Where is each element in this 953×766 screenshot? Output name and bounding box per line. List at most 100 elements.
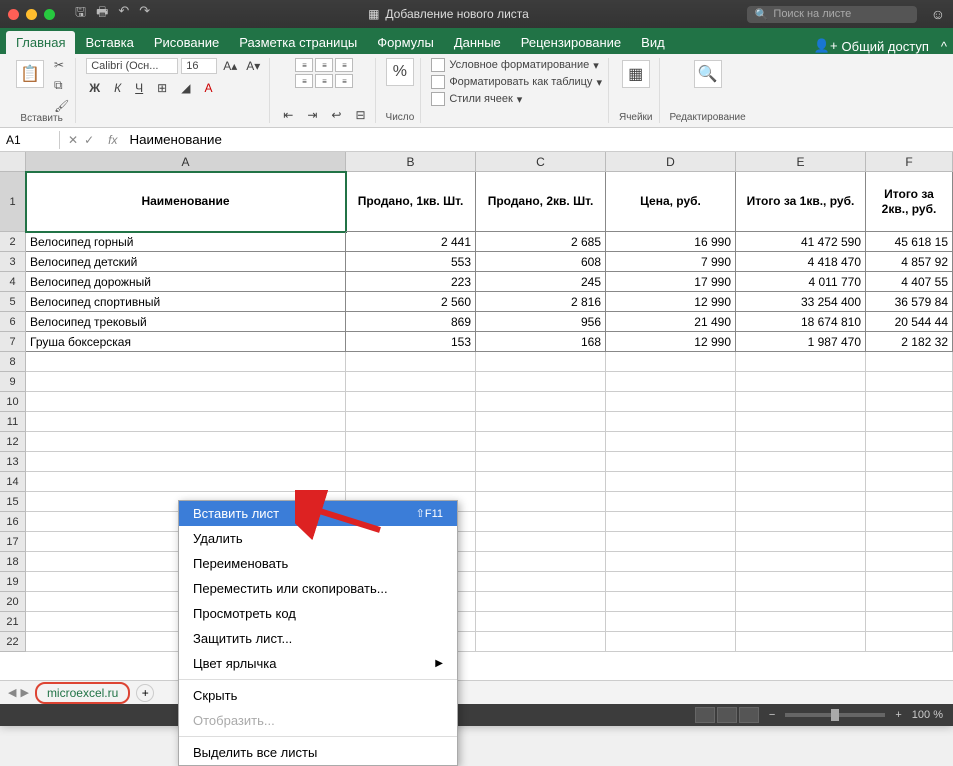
fx-icon[interactable]: fx (102, 133, 123, 147)
increase-font-icon[interactable]: A▴ (220, 58, 240, 74)
cell[interactable]: 20 544 44 (866, 312, 953, 332)
add-sheet-button[interactable]: + (136, 684, 154, 702)
zoom-in-button[interactable]: + (895, 709, 901, 721)
cell[interactable] (606, 592, 736, 612)
cell-c1[interactable]: Продано, 2кв. Шт. (476, 172, 606, 232)
cell[interactable] (606, 512, 736, 532)
cell[interactable]: 245 (476, 272, 606, 292)
view-break-button[interactable] (739, 707, 759, 723)
maximize-window-button[interactable] (44, 9, 55, 20)
cell[interactable] (736, 492, 866, 512)
row-header[interactable]: 6 (0, 312, 26, 332)
underline-button[interactable]: Ч (132, 80, 146, 96)
cell[interactable] (736, 472, 866, 492)
search-box[interactable]: 🔍 Поиск на листе (747, 6, 917, 23)
cell[interactable]: 869 (346, 312, 476, 332)
cell[interactable] (606, 392, 736, 412)
cell[interactable] (606, 572, 736, 592)
cell[interactable] (346, 432, 476, 452)
cell[interactable] (866, 612, 953, 632)
cell[interactable] (346, 452, 476, 472)
row-header[interactable]: 13 (0, 452, 26, 472)
save-icon[interactable]: 🖫 (75, 3, 86, 25)
cell[interactable]: Велосипед горный (26, 232, 346, 252)
cell[interactable] (346, 412, 476, 432)
select-all-corner[interactable] (0, 152, 26, 171)
cell[interactable] (606, 432, 736, 452)
col-header-d[interactable]: D (606, 152, 736, 171)
cell[interactable] (476, 352, 606, 372)
share-button[interactable]: 👤+ Общий доступ (814, 38, 935, 54)
cell[interactable]: Велосипед трековый (26, 312, 346, 332)
cell[interactable] (476, 472, 606, 492)
cell-b1[interactable]: Продано, 1кв. Шт. (346, 172, 476, 232)
cell-e1[interactable]: Итого за 1кв., руб. (736, 172, 866, 232)
col-header-a[interactable]: A (26, 152, 346, 171)
minimize-window-button[interactable] (26, 9, 37, 20)
cell[interactable] (606, 452, 736, 472)
menu-protect[interactable]: Защитить лист... (179, 626, 457, 651)
row-header[interactable]: 4 (0, 272, 26, 292)
cell[interactable] (606, 352, 736, 372)
cell[interactable] (736, 372, 866, 392)
cell[interactable] (866, 512, 953, 532)
italic-button[interactable]: К (111, 80, 124, 96)
cell[interactable]: 2 441 (346, 232, 476, 252)
cell[interactable]: 223 (346, 272, 476, 292)
view-page-button[interactable] (717, 707, 737, 723)
cell[interactable]: 41 472 590 (736, 232, 866, 252)
cell[interactable] (866, 432, 953, 452)
menu-insert-sheet[interactable]: Вставить лист ⇧F11 (179, 501, 457, 526)
cell[interactable]: 4 407 55 (866, 272, 953, 292)
cell[interactable]: Груша боксерская (26, 332, 346, 352)
cell[interactable]: 16 990 (606, 232, 736, 252)
cell[interactable] (606, 472, 736, 492)
cell[interactable] (866, 492, 953, 512)
wrap-text-button[interactable]: ↩ (328, 107, 344, 123)
cell[interactable] (606, 632, 736, 652)
cell[interactable]: 956 (476, 312, 606, 332)
cell[interactable] (476, 512, 606, 532)
tab-review[interactable]: Рецензирование (511, 31, 631, 54)
zoom-out-button[interactable]: − (769, 709, 775, 721)
menu-select-all-sheets[interactable]: Выделить все листы (179, 740, 457, 765)
cell[interactable] (866, 352, 953, 372)
cell-f1[interactable]: Итого за 2кв., руб. (866, 172, 953, 232)
cancel-formula-icon[interactable]: ✕ (68, 133, 78, 147)
cell[interactable] (476, 572, 606, 592)
view-normal-button[interactable] (695, 707, 715, 723)
menu-hide[interactable]: Скрыть (179, 683, 457, 708)
cell[interactable] (606, 552, 736, 572)
align-left-button[interactable]: ≡ (295, 74, 313, 88)
cell[interactable]: 2 816 (476, 292, 606, 312)
cell[interactable] (26, 392, 346, 412)
cell[interactable] (346, 372, 476, 392)
cell[interactable] (346, 352, 476, 372)
menu-tab-color[interactable]: Цвет ярлычка ▶ (179, 651, 457, 676)
tab-home[interactable]: Главная (6, 31, 75, 54)
merge-button[interactable]: ⊟ (352, 107, 368, 123)
cut-icon[interactable]: ✂ (54, 58, 69, 72)
cell[interactable] (606, 372, 736, 392)
align-center-button[interactable]: ≡ (315, 74, 333, 88)
cell[interactable] (476, 432, 606, 452)
menu-move-copy[interactable]: Переместить или скопировать... (179, 576, 457, 601)
cell-styles-button[interactable]: Стили ячеек ▾ (431, 92, 602, 106)
cell[interactable]: 153 (346, 332, 476, 352)
font-selector[interactable]: Calibri (Осн... (86, 58, 178, 74)
row-header[interactable]: 2 (0, 232, 26, 252)
row-header[interactable]: 21 (0, 612, 26, 632)
user-icon[interactable]: ☺ (931, 6, 945, 22)
row-header[interactable]: 7 (0, 332, 26, 352)
cell[interactable]: 18 674 810 (736, 312, 866, 332)
cell[interactable]: 2 685 (476, 232, 606, 252)
paste-button[interactable]: 📋 (14, 58, 46, 90)
zoom-level[interactable]: 100 % (912, 709, 943, 721)
row-header[interactable]: 11 (0, 412, 26, 432)
name-box[interactable]: A1 (0, 131, 60, 149)
confirm-formula-icon[interactable]: ✓ (84, 133, 94, 147)
cell[interactable] (866, 412, 953, 432)
row-header[interactable]: 16 (0, 512, 26, 532)
collapse-ribbon-icon[interactable]: ^ (941, 39, 947, 54)
cell[interactable]: 33 254 400 (736, 292, 866, 312)
